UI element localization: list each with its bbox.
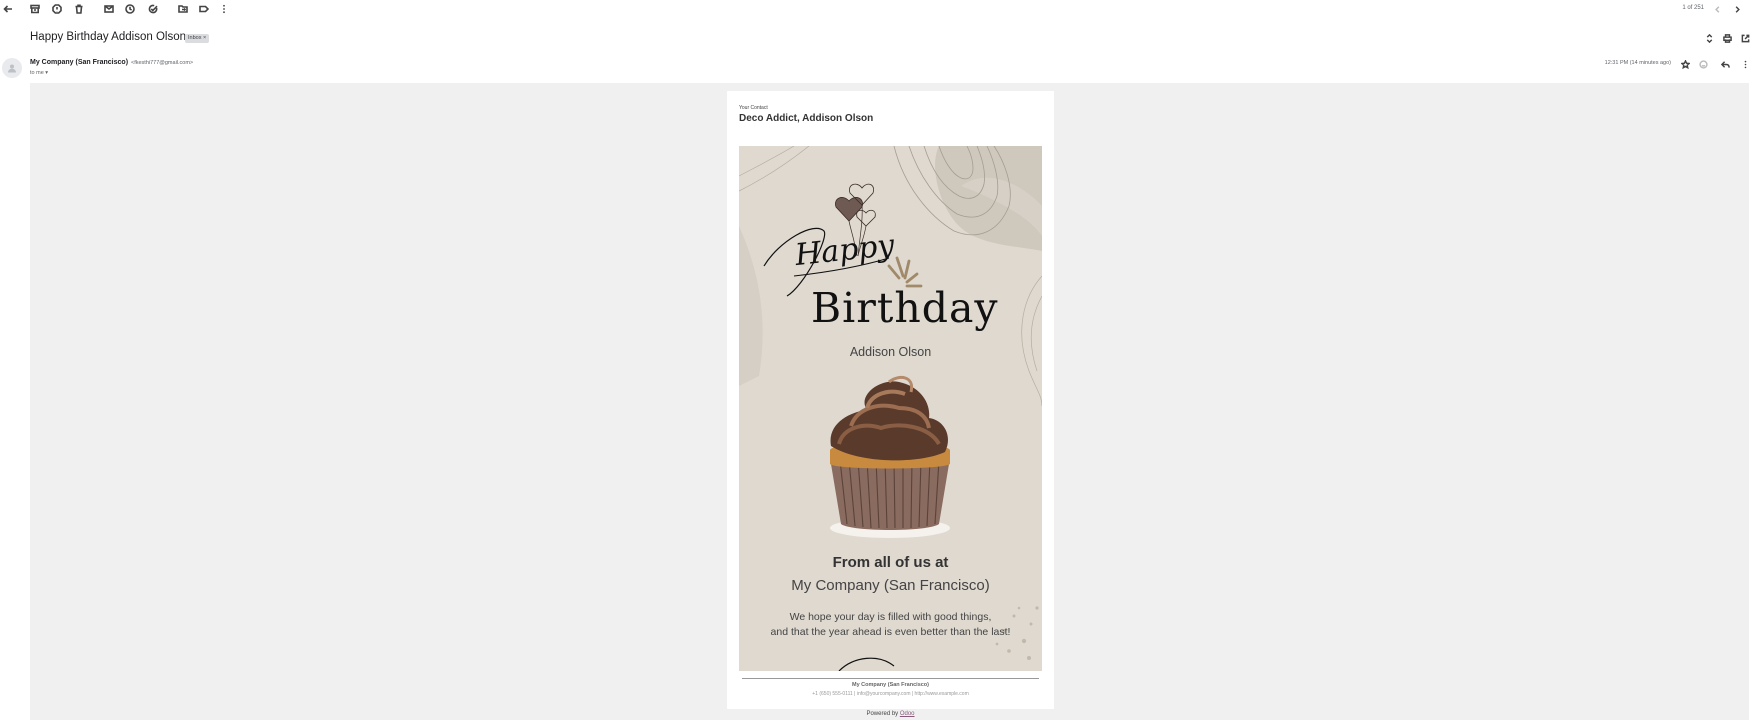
hero-recipient-name: Addison Olson <box>849 345 932 359</box>
report-spam-icon[interactable] <box>51 3 63 15</box>
footer-company-name: My Company (San Francisco) <box>851 682 930 688</box>
sender-avatar[interactable] <box>2 58 22 78</box>
reply-icon[interactable] <box>1719 58 1731 70</box>
message-more-icon[interactable] <box>1739 58 1751 70</box>
birthday-message-line-1: We hope your day is filled with good thi… <box>789 611 992 623</box>
open-new-window-icon[interactable] <box>1739 32 1751 44</box>
powered-by-text: Powered by <box>866 711 900 717</box>
from-all-heading: From all of us at <box>832 554 949 571</box>
message-toolbar: 1 of 251 <box>0 0 1753 18</box>
contact-name: Deco Addict, Addison Olson <box>739 113 874 124</box>
company-name-heading: My Company (San Francisco) <box>791 577 990 594</box>
hero-birthday-text: Birthday <box>811 284 999 332</box>
label-icon[interactable] <box>198 3 210 15</box>
footer-contact-info: +1 (650) 555-0111 | info@yourcompany.com… <box>812 691 969 697</box>
inbox-label-chip[interactable]: Inbox × <box>185 34 210 43</box>
expand-all-icon[interactable] <box>1703 32 1715 44</box>
birthday-message-line-2: and that the year ahead is even better t… <box>770 626 1011 638</box>
star-icon[interactable] <box>1679 58 1691 70</box>
emoji-reaction-icon[interactable] <box>1697 58 1709 70</box>
archive-icon[interactable] <box>29 3 41 15</box>
footer-divider <box>742 678 1039 679</box>
move-to-icon[interactable] <box>177 3 189 15</box>
email-subject: Happy Birthday Addison Olson <box>30 31 186 43</box>
sender-email: <fkesthi777@gmail.com> <box>131 60 194 66</box>
birthday-hero: Happy Birthday Addison Olson From all of… <box>739 146 1042 671</box>
your-contact-label: Your Contact <box>739 105 768 111</box>
chevron-right-icon[interactable] <box>1731 3 1743 15</box>
print-icon[interactable] <box>1721 32 1733 44</box>
powered-by: Powered by Odoo <box>727 711 1054 717</box>
back-arrow-icon[interactable] <box>2 3 14 15</box>
person-icon <box>8 64 16 73</box>
mark-unread-icon[interactable] <box>103 3 115 15</box>
snooze-icon[interactable] <box>124 3 136 15</box>
delete-icon[interactable] <box>73 3 85 15</box>
chevron-left-icon[interactable] <box>1711 3 1723 15</box>
add-task-icon[interactable] <box>147 3 159 15</box>
more-vert-icon[interactable] <box>218 3 230 15</box>
message-timestamp: 12:31 PM (14 minutes ago) <box>1604 60 1671 66</box>
recipient-details-toggle[interactable]: to me ▾ <box>30 70 48 76</box>
pager-count: 1 of 251 <box>1682 5 1704 11</box>
sender-name[interactable]: My Company (San Francisco) <box>30 59 128 66</box>
odoo-link[interactable]: Odoo <box>900 711 915 717</box>
